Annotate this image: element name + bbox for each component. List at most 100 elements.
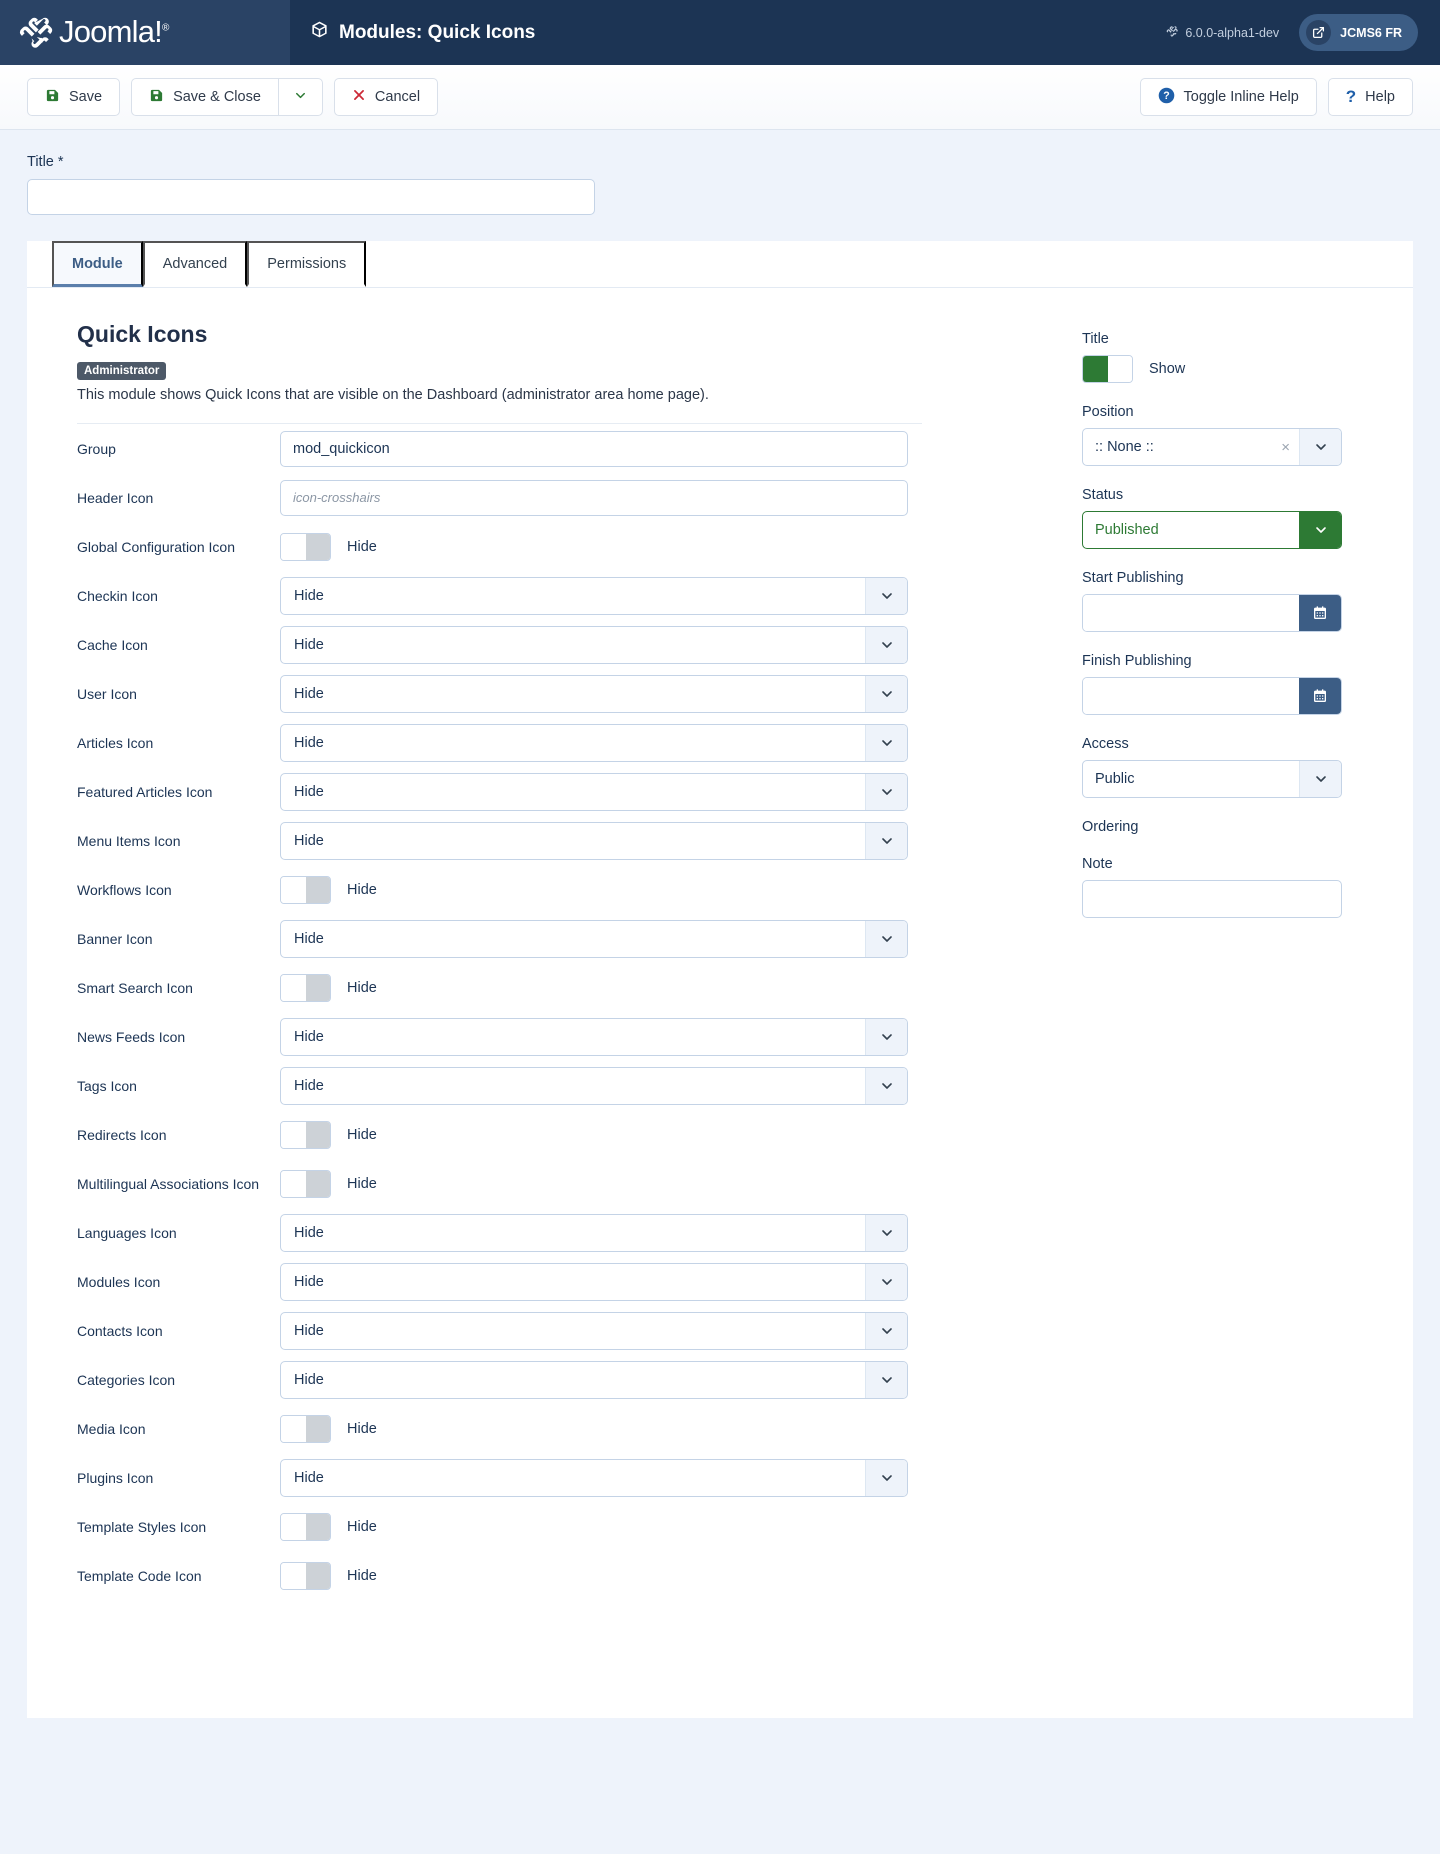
joomla-logo[interactable]: Joomla!® [18, 14, 169, 52]
field-label: News Feeds Icon [77, 1028, 186, 1045]
cancel-button[interactable]: Cancel [333, 78, 439, 116]
svg-text:?: ? [1163, 90, 1169, 102]
title-input[interactable] [27, 179, 595, 215]
form-row: Categories Icon Hide [52, 1355, 1052, 1404]
position-value: :: None :: [1095, 439, 1154, 455]
field-control: Hide [280, 723, 1052, 762]
select-control[interactable]: Hide [280, 1311, 908, 1350]
select-control[interactable]: Hide [280, 772, 908, 811]
text-input[interactable] [280, 479, 908, 516]
select-control[interactable]: Hide [280, 919, 908, 958]
note-label: Note [1082, 856, 1113, 872]
title-field-label: Title * [27, 154, 64, 170]
field-control [280, 479, 1052, 516]
select-control[interactable]: Hide [280, 1360, 908, 1399]
save-and-close-label: Save & Close [173, 89, 261, 105]
title-field-block: Title * [0, 130, 1440, 241]
chevron-down-icon [865, 822, 907, 859]
select-control[interactable]: Hide [280, 625, 908, 664]
access-select[interactable]: Public [1082, 760, 1342, 798]
select-control[interactable]: Hide [280, 1066, 908, 1105]
save-button-label: Save [69, 89, 103, 105]
save-close-group: Save & Close [131, 78, 323, 116]
form-row: Contacts Icon Hide [52, 1306, 1052, 1355]
ordering-label: Ordering [1082, 819, 1139, 835]
start-publishing-label: Start Publishing [1082, 570, 1184, 586]
toggle-label: Hide [347, 979, 377, 996]
toggle-right-half [305, 1562, 330, 1589]
toggle-label: Hide [347, 1126, 377, 1143]
brand-area[interactable]: Joomla!® [0, 0, 290, 65]
site-link-button[interactable]: JCMS6 FR [1299, 14, 1418, 51]
select-control[interactable]: Hide [280, 1017, 908, 1056]
select-control[interactable]: Hide [280, 723, 908, 762]
select-value: Hide [294, 1028, 324, 1045]
toggle-inline-help-button[interactable]: ? Toggle Inline Help [1139, 78, 1317, 116]
toggle-switch[interactable] [280, 1414, 331, 1443]
form-row: Banner Icon Hide [52, 914, 1052, 963]
form-row: Plugins Icon Hide [52, 1453, 1052, 1502]
start-publishing-input[interactable] [1083, 595, 1299, 631]
save-options-dropdown-button[interactable] [277, 78, 323, 116]
field-label: Redirects Icon [77, 1126, 167, 1143]
select-control[interactable]: Hide [280, 576, 908, 615]
chevron-down-icon [293, 88, 308, 107]
form-row: Header Icon [52, 473, 1052, 522]
toggle-switch[interactable] [280, 532, 331, 561]
tab-advanced[interactable]: Advanced [142, 241, 248, 287]
select-value: Hide [294, 1273, 324, 1290]
field-label: Contacts Icon [77, 1322, 163, 1339]
status-value: Published [1095, 522, 1159, 538]
select-control[interactable]: Hide [280, 1262, 908, 1301]
select-control[interactable]: Hide [280, 674, 908, 713]
position-group: Position :: None :: × [1082, 404, 1387, 466]
toggle-label: Hide [347, 1175, 377, 1192]
note-group: Note [1082, 856, 1387, 918]
field-control: Hide [280, 674, 1052, 713]
select-value: Hide [294, 930, 324, 947]
switch-group: Hide [280, 1414, 377, 1443]
sidebar-title-label: Title [1082, 331, 1109, 347]
calendar-icon[interactable] [1299, 595, 1341, 631]
toggle-switch[interactable] [280, 973, 331, 1002]
toggle-label: Hide [347, 1420, 377, 1437]
save-and-close-button[interactable]: Save & Close [131, 78, 278, 116]
title-toggle-row: Show [1082, 355, 1387, 383]
tab-permissions[interactable]: Permissions [247, 241, 367, 287]
field-label: Checkin Icon [77, 587, 158, 604]
tab-module[interactable]: Module [52, 241, 143, 287]
chevron-down-icon [865, 626, 907, 663]
toggle-switch[interactable] [280, 1120, 331, 1149]
field-control: Hide [280, 1213, 1052, 1252]
toggle-switch[interactable] [280, 1561, 331, 1590]
page-title: Modules: Quick Icons [310, 20, 535, 45]
calendar-icon[interactable] [1299, 678, 1341, 714]
field-label: Template Styles Icon [77, 1518, 207, 1535]
title-show-toggle[interactable] [1082, 355, 1133, 383]
close-x-icon[interactable]: × [1272, 439, 1299, 456]
text-input[interactable] [280, 430, 908, 467]
toggle-left-half [281, 974, 306, 1001]
module-field-list: Group Header Icon Global Configuration Ico… [52, 424, 1052, 1600]
save-button[interactable]: Save [27, 78, 121, 116]
toggle-switch[interactable] [280, 1512, 331, 1541]
access-label: Access [1082, 736, 1129, 752]
select-control[interactable]: Hide [280, 821, 908, 860]
finish-publishing-input[interactable] [1083, 678, 1299, 714]
field-label: Featured Articles Icon [77, 783, 213, 800]
toggle-right-half [305, 1170, 330, 1197]
position-select[interactable]: :: None :: × [1082, 428, 1342, 466]
form-row: Template Styles Icon Hide [52, 1502, 1052, 1551]
status-select[interactable]: Published [1082, 511, 1342, 549]
toggle-switch[interactable] [280, 875, 331, 904]
note-input[interactable] [1082, 880, 1342, 918]
form-row: Group [52, 424, 1052, 473]
field-label: Header Icon [77, 489, 154, 506]
toggle-switch[interactable] [280, 1169, 331, 1198]
help-button[interactable]: ? Help [1327, 78, 1413, 116]
field-label: Languages Icon [77, 1224, 177, 1241]
select-control[interactable]: Hide [280, 1458, 908, 1497]
toggle-off-half [1107, 356, 1132, 382]
field-control: Hide [280, 973, 1052, 1002]
select-control[interactable]: Hide [280, 1213, 908, 1252]
